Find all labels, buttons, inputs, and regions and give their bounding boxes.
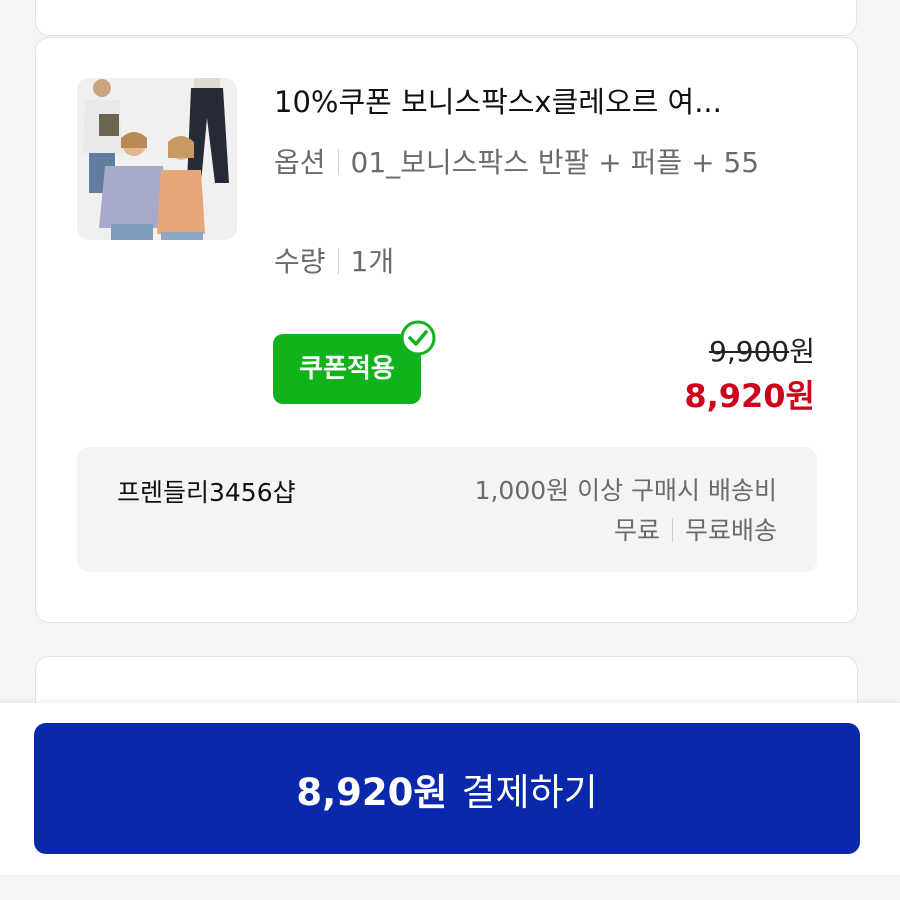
seller-name[interactable]: 프렌들리3456샵 (117, 473, 296, 509)
option-label: 옵션 (274, 146, 326, 179)
product-thumbnail[interactable] (77, 78, 237, 240)
shipping-type: 무료배송 (684, 516, 777, 545)
cart-item-card: 10%쿠폰 보니스팍스x클레오르 여... 옵션 01_보니스팍스 반팔 + 퍼플… (35, 37, 858, 623)
quantity-value: 1개 (350, 245, 395, 278)
shipping-condition: 1,000원 이상 구매시 배송비 (474, 476, 777, 505)
divider (671, 518, 673, 542)
checkout-label: 결제하기 (461, 770, 598, 814)
product-quantity: 수량 1개 (274, 237, 394, 287)
shipping-detail: 무료 무료배송 (475, 511, 777, 551)
checkout-button[interactable]: 8,920원 결제하기 (34, 723, 860, 854)
product-thumbnail-image (77, 78, 237, 240)
product-title[interactable]: 10%쿠폰 보니스팍스x클레오르 여... (274, 82, 819, 122)
original-price-value: 9,900 (709, 335, 790, 368)
original-price: 9,900원 (709, 330, 815, 370)
divider (337, 149, 339, 175)
option-value: 01_보니스팍스 반팔 + 퍼플 + 55 (350, 146, 760, 179)
divider (337, 248, 339, 274)
checkout-amount: 8,920원 (296, 770, 448, 814)
product-option: 옵션 01_보니스팍스 반팔 + 퍼플 + 55 (274, 138, 834, 188)
checkout-bar: 8,920원 결제하기 (0, 703, 900, 875)
quantity-label: 수량 (274, 245, 326, 278)
shipping-info: 1,000원 이상 구매시 배송비 무료 무료배송 (475, 471, 777, 551)
original-price-unit: 원 (789, 335, 815, 368)
coupon-applied-badge[interactable]: 쿠폰적용 (273, 334, 421, 404)
seller-shipping-box: 프렌들리3456샵 1,000원 이상 구매시 배송비 무료 무료배송 (77, 447, 817, 572)
previous-card (35, 0, 857, 36)
sale-price: 8,920원 (684, 377, 815, 415)
check-circle-icon (400, 320, 436, 356)
shipping-free: 무료 (613, 516, 660, 545)
